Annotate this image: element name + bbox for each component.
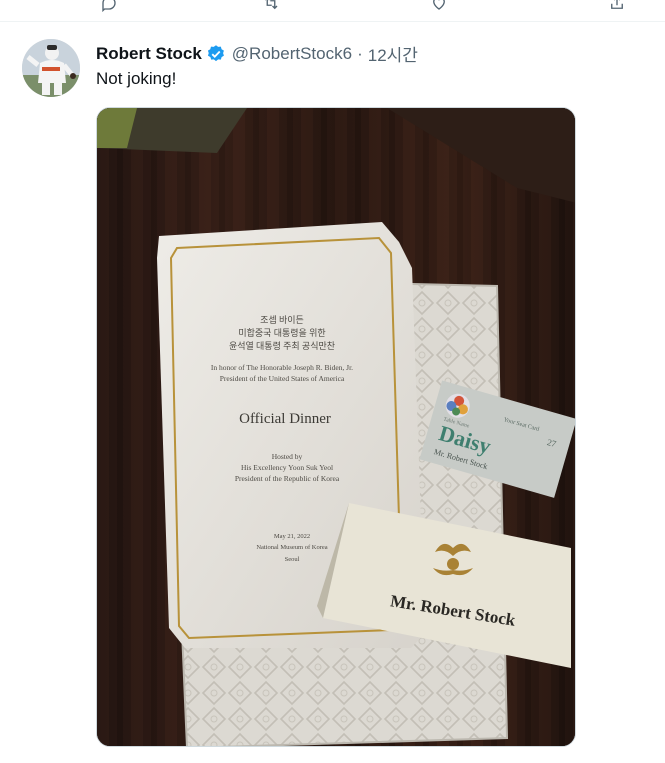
separator-dot: ·: [357, 43, 363, 63]
tweet-text: Not joking!: [96, 69, 177, 88]
menu-venue-1: National Museum of Korea: [256, 544, 327, 551]
author-handle[interactable]: @RobertStock6: [232, 44, 352, 64]
avatar[interactable]: [22, 39, 80, 97]
author-name[interactable]: Robert Stock: [96, 44, 202, 64]
menu-hosted-line-1: Hosted by: [272, 452, 303, 461]
photo-scene: 조셉 바이든 미합중국 대통령을 위한 윤석열 대통령 주최 공식만찬 In h…: [97, 108, 575, 746]
like-button[interactable]: [430, 0, 448, 12]
menu-title: Official Dinner: [239, 411, 331, 427]
share-button[interactable]: [608, 0, 626, 12]
tweet-header: Robert Stock @RobertStock6 · 12시간: [96, 41, 418, 66]
menu-honor-line-1: In honor of The Honorable Joseph R. Bide…: [211, 363, 353, 372]
menu-venue-2: Seoul: [285, 556, 300, 563]
menu-hosted-line-2: His Excellency Yoon Suk Yeol: [241, 463, 333, 472]
menu-korean-line-1: 조셉 바이든: [260, 315, 304, 325]
share-icon: [611, 0, 623, 9]
timestamp[interactable]: 12시간: [368, 41, 418, 66]
menu-honor-line-2: President of the United States of Americ…: [220, 374, 345, 383]
menu-korean-line-2: 미합중국 대통령을 위한: [238, 327, 325, 338]
reply-button[interactable]: [100, 0, 118, 12]
avatar-image: [22, 39, 80, 97]
tweet[interactable]: Robert Stock @RobertStock6 · 12시간 Not jo…: [0, 23, 665, 763]
menu-hosted-line-3: President of the Republic of Korea: [235, 474, 340, 483]
verified-badge-icon: [207, 44, 224, 61]
reply-icon: [102, 0, 116, 12]
retweet-icon: [265, 0, 278, 10]
menu-korean-line-3: 윤석열 대통령 주최 공식만찬: [229, 340, 335, 351]
tweet-action-bar: [0, 0, 665, 22]
retweet-button[interactable]: [262, 0, 280, 12]
heart-icon: [433, 0, 445, 10]
menu-date: May 21, 2022: [274, 533, 310, 540]
tweet-photo[interactable]: 조셉 바이든 미합중국 대통령을 위한 윤석열 대통령 주최 공식만찬 In h…: [96, 107, 576, 747]
